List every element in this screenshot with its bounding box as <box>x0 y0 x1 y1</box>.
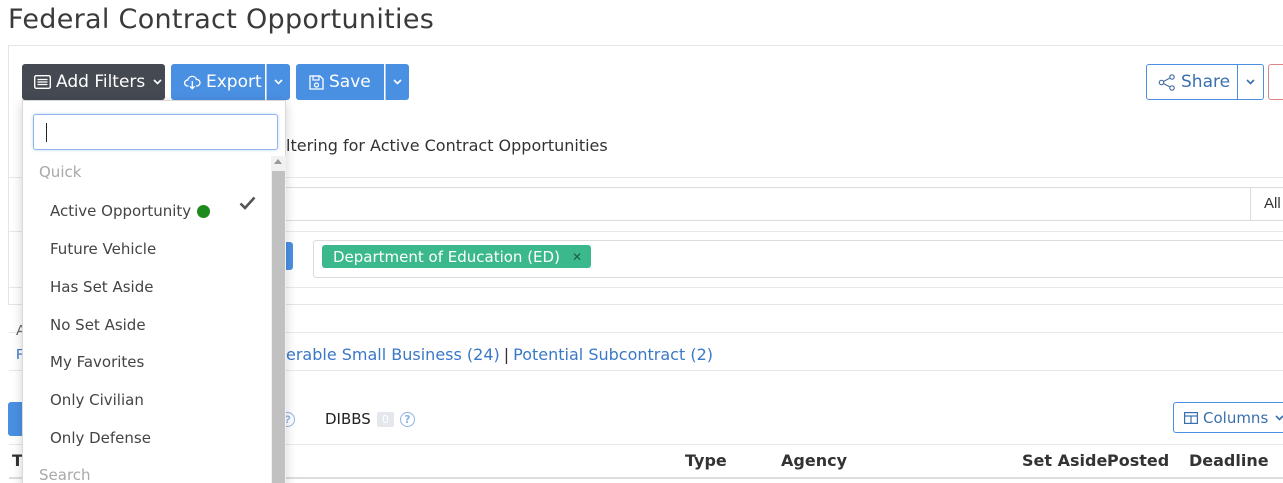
export-button[interactable]: Export <box>171 64 265 100</box>
cloud-download-icon <box>184 75 201 90</box>
filter-field-scope[interactable]: All <box>1250 188 1281 220</box>
dropdown-item-has-set-aside[interactable]: Has Set Aside <box>50 278 153 296</box>
scroll-up-icon[interactable] <box>274 159 282 164</box>
export-dropdown-toggle[interactable] <box>266 64 290 100</box>
share-icon <box>1158 73 1176 91</box>
floppy-disk-icon <box>309 74 324 90</box>
link-small-business[interactable]: erable Small Business (24) <box>286 345 500 364</box>
agency-tag-label: Department of Education (ED) <box>333 247 560 266</box>
dropdown-item-no-set-aside[interactable]: No Set Aside <box>50 316 146 334</box>
tab-dibbs-count: 0 <box>376 411 394 427</box>
dropdown-item-future-vehicle[interactable]: Future Vehicle <box>50 240 156 258</box>
save-label: Save <box>329 72 371 92</box>
dropdown-group-quick: Quick <box>39 163 82 181</box>
table-header-posted[interactable]: Posted <box>1107 451 1169 470</box>
chevron-down-icon <box>1246 79 1255 85</box>
save-button[interactable]: Save <box>296 64 384 100</box>
add-filters-button[interactable]: Add Filters <box>22 64 165 100</box>
columns-icon <box>1184 411 1198 424</box>
tab-dibbs[interactable]: DIBBS 0 ? <box>325 410 415 428</box>
partial-button[interactable] <box>1268 64 1283 100</box>
table-header-set-aside[interactable]: Set Aside <box>1022 451 1107 470</box>
dropdown-item-active-opportunity[interactable]: Active Opportunity <box>50 202 211 220</box>
quick-links: erable Small Business (24) | Potential Sub… <box>286 345 713 364</box>
chevron-down-icon <box>274 79 283 85</box>
agency-tag[interactable]: Department of Education (ED) ✕ <box>322 245 592 268</box>
filter-status-text: ltering for Active Contract Opportunitie… <box>286 136 608 155</box>
status-dot-icon <box>197 204 211 218</box>
table-header-agency[interactable]: Agency <box>781 451 847 470</box>
text-cursor <box>46 123 48 142</box>
chevron-down-icon <box>393 79 402 85</box>
table-header-type[interactable]: Type <box>685 451 727 470</box>
filter-field[interactable] <box>284 187 1283 221</box>
export-label: Export <box>206 72 262 92</box>
help-icon[interactable]: ? <box>399 411 415 427</box>
table-header-deadline[interactable]: Deadline <box>1189 451 1269 470</box>
add-filters-label: Add Filters <box>56 72 146 92</box>
dropdown-item-only-defense[interactable]: Only Defense <box>50 429 151 447</box>
tab-dibbs-label: DIBBS <box>325 410 371 428</box>
dropdown-item-only-civilian[interactable]: Only Civilian <box>50 391 144 409</box>
save-dropdown-toggle[interactable] <box>385 64 409 100</box>
share-dropdown-toggle[interactable] <box>1237 64 1264 100</box>
close-icon[interactable]: ✕ <box>572 250 582 264</box>
list-icon <box>34 75 51 89</box>
filter-search-input[interactable] <box>33 114 278 150</box>
dropdown-item-my-favorites[interactable]: My Favorites <box>50 353 144 371</box>
add-filters-dropdown: Quick Active Opportunity Future Vehicle … <box>22 100 286 483</box>
checkmark-icon <box>239 196 256 215</box>
share-label: Share <box>1181 72 1231 92</box>
dropdown-group-search: Search <box>39 466 91 483</box>
columns-button[interactable]: Columns <box>1173 402 1283 433</box>
chevron-down-icon <box>153 79 162 85</box>
dropdown-item-label: Active Opportunity <box>50 202 192 220</box>
share-button[interactable]: Share <box>1146 64 1238 100</box>
link-separator: | <box>503 345 510 364</box>
link-potential-subcontract[interactable]: Potential Subcontract (2) <box>513 345 713 364</box>
columns-label: Columns <box>1203 408 1269 427</box>
chevron-down-icon <box>1275 414 1283 421</box>
dropdown-scrollbar-thumb[interactable] <box>272 171 285 483</box>
page-title: Federal Contract Opportunities <box>8 4 435 35</box>
